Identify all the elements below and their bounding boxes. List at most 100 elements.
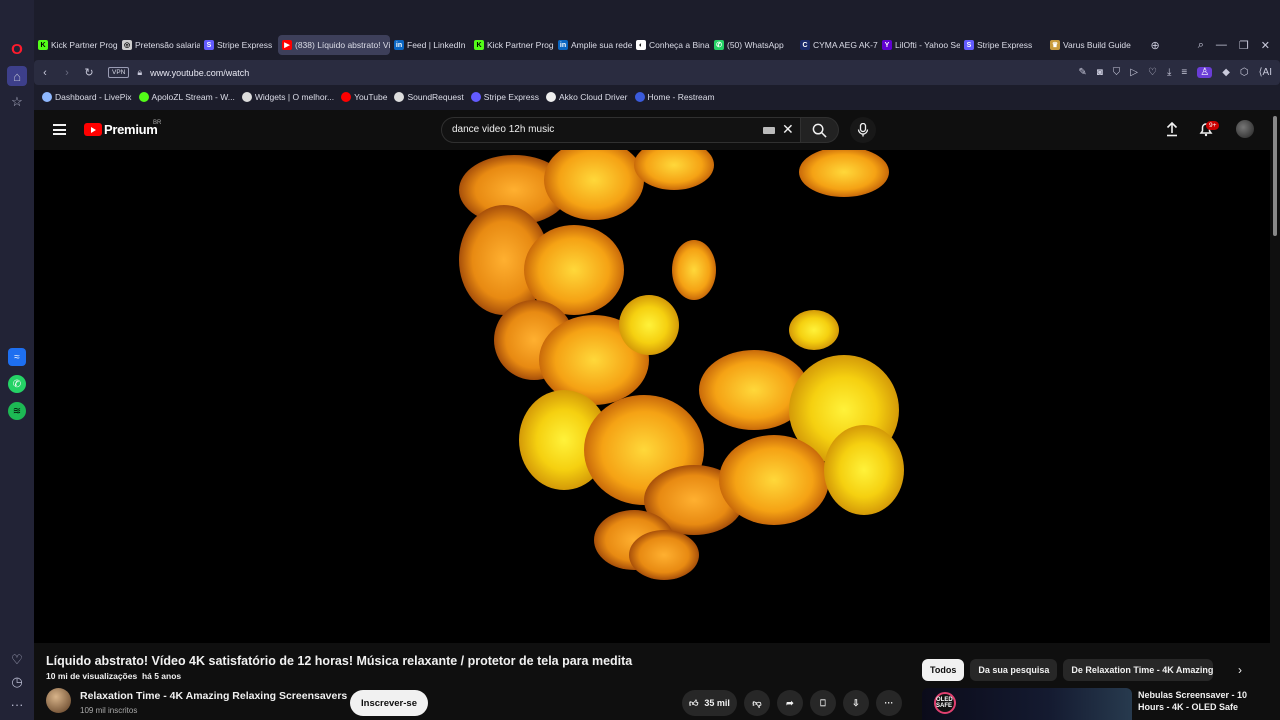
tab-9[interactable]: C CYMA AEG AK-7 xyxy=(796,35,878,55)
page-scrollbar[interactable] xyxy=(1270,110,1280,720)
whatsapp-icon[interactable]: ✆ xyxy=(8,375,26,393)
menu-icon[interactable]: ≡ xyxy=(1181,67,1187,78)
new-tab-icon[interactable]: ⊕ xyxy=(1151,39,1160,52)
vpn-badge[interactable]: VPN xyxy=(108,67,130,78)
camera-icon[interactable]: ◙ xyxy=(1097,67,1103,78)
search-input[interactable]: dance video 12h music xyxy=(452,124,554,135)
tab-11[interactable]: S Stripe Express xyxy=(960,35,1046,55)
cube-icon[interactable]: ⬡ xyxy=(1240,67,1249,78)
lock-icon[interactable]: 🔒︎ xyxy=(137,67,142,78)
tab-favicon-icon: ◎ xyxy=(122,40,132,50)
shield-icon[interactable]: ⛉ xyxy=(1113,67,1121,78)
tab-10[interactable]: Y LilOfti - Yahoo Se xyxy=(878,35,960,55)
tab-favicon-icon: ✆ xyxy=(714,40,724,50)
upload-age: há 5 anos xyxy=(141,671,182,681)
search-box[interactable]: dance video 12h music ✕ xyxy=(441,117,801,143)
opera-logo-icon[interactable]: O xyxy=(8,40,26,58)
download-button[interactable]: ⇩ xyxy=(842,690,869,716)
tab-2[interactable]: S Stripe Express xyxy=(200,35,278,55)
thumbs-down-icon: 👎︎ xyxy=(752,697,762,708)
ai-icon[interactable]: ⟨AI xyxy=(1259,67,1272,78)
notification-badge: 9+ xyxy=(1206,121,1220,130)
search-button[interactable] xyxy=(801,117,839,143)
bookmark-item[interactable]: Akko Cloud Driver xyxy=(546,92,628,102)
scrollbar-thumb[interactable] xyxy=(1273,116,1277,236)
bookmarks-bar: Dashboard - LivePix ApoloZL Stream - W...… xyxy=(34,88,1280,106)
tab-6[interactable]: in Amplie sua rede xyxy=(554,35,632,55)
video-player[interactable] xyxy=(34,150,1270,643)
video-meta: 10 mi de visualizações há 5 anos xyxy=(46,671,181,681)
edit-icon[interactable]: ✎ xyxy=(1078,67,1086,78)
bookmark-label: Home - Restream xyxy=(647,92,715,102)
tab-label: Stripe Express xyxy=(977,40,1033,50)
bookmark-label: Akko Cloud Driver xyxy=(559,92,628,102)
profile-icon[interactable]: ♙ xyxy=(1197,67,1213,78)
like-button[interactable]: 👍︎ 35 mil xyxy=(682,690,737,716)
tab-label: (50) WhatsApp xyxy=(727,40,784,50)
region-code: BR xyxy=(153,120,162,126)
filter-chip[interactable]: De Relaxation Time - 4K Amazing Rel xyxy=(1063,659,1214,681)
home-icon[interactable]: ⌂ xyxy=(7,66,27,86)
tab-search-icon[interactable]: ⌕ xyxy=(1198,39,1204,52)
filter-chip[interactable]: Da sua pesquisa xyxy=(970,659,1058,681)
youtube-logo[interactable]: Premium BR xyxy=(84,120,162,137)
forward-icon[interactable]: › xyxy=(56,67,78,79)
tab-5[interactable]: K Kick Partner Prog xyxy=(470,35,554,55)
bookmark-item[interactable]: Stripe Express xyxy=(470,92,539,102)
microphone-icon xyxy=(857,123,869,137)
tab-4[interactable]: in Feed | LinkedIn xyxy=(390,35,470,55)
messenger-icon[interactable]: ≈ xyxy=(8,348,26,366)
star-icon[interactable]: ☆ xyxy=(8,93,26,111)
chevron-right-icon[interactable]: › xyxy=(1238,663,1242,677)
reload-icon[interactable]: ↻ xyxy=(78,66,100,79)
save-button[interactable]: ⎕ xyxy=(809,690,836,716)
tab-favicon-icon: C xyxy=(800,40,810,50)
recommendation-thumbnail[interactable]: OLED SAFE xyxy=(922,688,1132,720)
subscribe-button[interactable]: Inscrever-se xyxy=(350,690,428,716)
filter-chip[interactable]: Todos xyxy=(922,659,965,681)
more-actions-button[interactable]: ··· xyxy=(875,690,902,716)
tab-7[interactable]: ◐ Conheça a Binan xyxy=(632,35,710,55)
bookmark-item[interactable]: SoundRequest xyxy=(394,92,464,102)
bookmark-item[interactable]: Home - Restream xyxy=(634,92,715,102)
recommendation-title[interactable]: Nebulas Screensaver - 10 Hours - 4K - OL… xyxy=(1138,689,1268,713)
channel-avatar[interactable] xyxy=(46,688,71,713)
tab-3[interactable]: ▶ (838) Líquido abstrato! Ví xyxy=(278,35,390,55)
bookmark-item[interactable]: Dashboard - LivePix xyxy=(42,92,132,102)
keyboard-icon[interactable] xyxy=(763,127,775,134)
upload-icon[interactable] xyxy=(1164,121,1180,137)
download-icon[interactable]: ⤓ xyxy=(1167,67,1171,78)
oled-safe-badge: OLED SAFE xyxy=(934,692,956,714)
channel-name[interactable]: Relaxation Time - 4K Amazing Relaxing Sc… xyxy=(80,690,347,702)
wallet-icon[interactable]: ◆ xyxy=(1222,67,1230,78)
heart-outline-icon[interactable]: ♡ xyxy=(1148,67,1157,78)
more-icon[interactable]: ··· xyxy=(8,695,26,713)
close-icon[interactable]: ✕ xyxy=(1261,39,1270,52)
bookmark-item[interactable]: ApoloZL Stream - W... xyxy=(138,92,235,102)
bookmark-item[interactable]: Widgets | O melhor... xyxy=(241,92,335,102)
play-icon[interactable]: ▷ xyxy=(1130,67,1138,78)
url-field[interactable]: www.youtube.com/watch xyxy=(150,68,249,78)
tab-0[interactable]: K Kick Partner Prog xyxy=(34,35,118,55)
bookmark-label: Widgets | O melhor... xyxy=(254,92,335,102)
history-icon[interactable]: ◷ xyxy=(8,673,26,691)
voice-search-button[interactable] xyxy=(850,117,876,143)
minimize-icon[interactable]: — xyxy=(1216,39,1227,51)
download-circle-icon: ⇩ xyxy=(852,697,860,708)
back-icon[interactable]: ‹ xyxy=(34,67,56,79)
bookmark-label: SoundRequest xyxy=(407,92,464,102)
dislike-button[interactable]: 👎︎ xyxy=(743,690,770,716)
avatar[interactable] xyxy=(1236,120,1254,138)
tab-label: Varus Build Guide xyxy=(1063,40,1131,50)
bookmark-favicon-icon xyxy=(470,92,481,102)
tab-12[interactable]: ♛ Varus Build Guide xyxy=(1046,35,1132,55)
tab-8[interactable]: ✆ (50) WhatsApp xyxy=(710,35,796,55)
share-button[interactable]: ➦ xyxy=(776,690,803,716)
heart-icon[interactable]: ♡ xyxy=(8,651,26,669)
spotify-icon[interactable]: ≋ xyxy=(8,402,26,420)
tab-1[interactable]: ◎ Pretensão salarial xyxy=(118,35,200,55)
clear-search-icon[interactable]: ✕ xyxy=(782,121,794,138)
hamburger-menu-icon[interactable] xyxy=(53,124,66,135)
bookmark-item[interactable]: YouTube xyxy=(341,92,387,102)
maximize-icon[interactable]: ❐ xyxy=(1239,39,1249,52)
